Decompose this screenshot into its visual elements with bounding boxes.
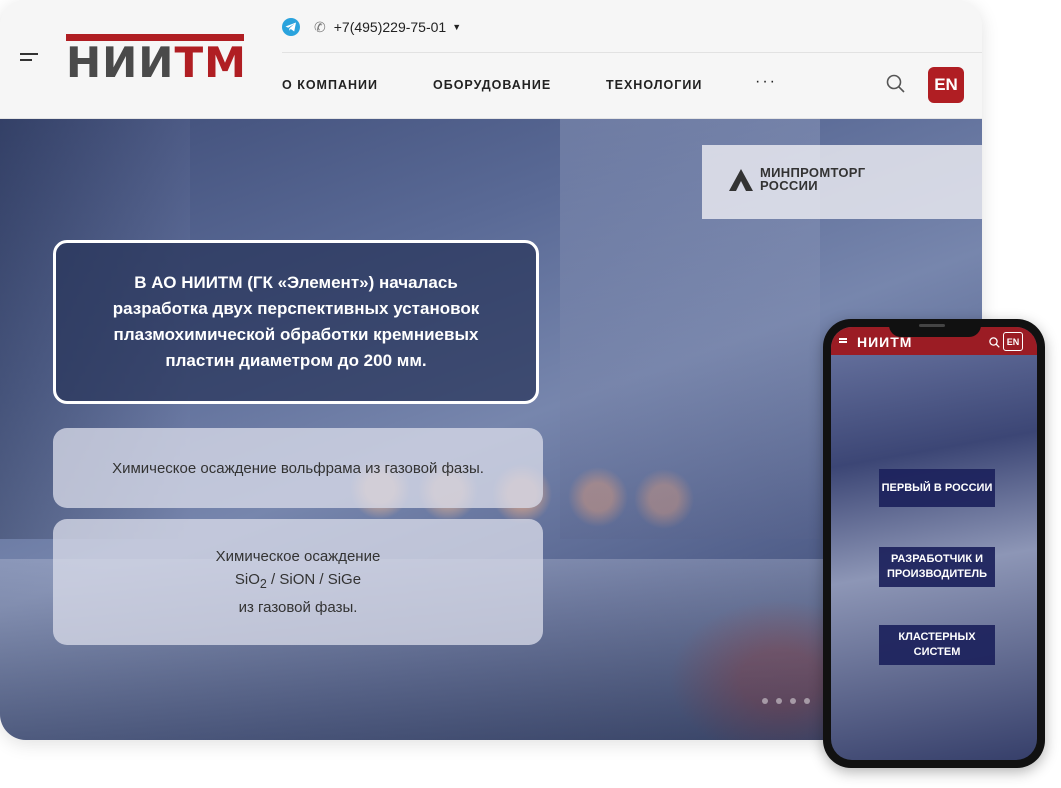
nav-item-equipment[interactable]: ОБОРУДОВАНИЕ [433,78,551,92]
slider-pagination [762,698,810,704]
slider-dot[interactable] [776,698,782,704]
language-button[interactable]: EN [928,67,964,103]
tech-card-line3: из газовой фазы. [238,599,358,616]
telegram-icon[interactable] [282,18,300,36]
menu-icon[interactable] [20,53,38,65]
slider-dot[interactable] [762,698,768,704]
mobile-search-icon[interactable] [989,335,1000,353]
phone-icon: ✆ [314,18,326,35]
niitm-logo[interactable]: НИИТМ [66,34,247,87]
tech-card-line1: Химическое осаждение [215,548,381,565]
contact-line: ✆ +7(495)229-75-01 ▼ [282,16,461,38]
mobile-menu-icon[interactable] [839,338,847,340]
tech-card-line2: SiO2 / SiON / SiGe [234,571,362,591]
news-card[interactable]: В АО НИИТМ (ГК «Элемент») началась разра… [53,240,539,404]
mobile-badge-cluster: КЛАСТЕРНЫХ СИСТЕМ [879,625,995,665]
minpromtorg-logo-icon [728,168,754,197]
mobile-badge-developer: РАЗРАБОТЧИК И ПРОИЗВОДИТЕЛЬ [879,547,995,587]
nav-item-company[interactable]: О КОМПАНИИ [282,78,378,92]
slider-dot[interactable] [804,698,810,704]
tech-card-sio2[interactable]: Химическое осаждение SiO2 / SiON / SiGe … [53,519,543,645]
site-header: НИИТМ ✆ +7(495)229-75-01 ▼ О КОМПАНИИ ОБ… [0,0,982,119]
tech-card-tungsten[interactable]: Химическое осаждение вольфрама из газово… [53,428,543,508]
nav-item-technologies[interactable]: ТЕХНОЛОГИИ [606,78,702,92]
search-icon[interactable] [886,74,906,94]
logo-text: НИИТМ [66,38,247,87]
phone-speaker [919,324,945,327]
mobile-screen: НИИТМ EN ПЕРВЫЙ В РОССИИ РАЗРАБОТЧИК И П… [831,327,1037,760]
phone-notch [889,319,981,337]
header-divider [282,52,982,53]
nav-more-button[interactable]: ··· [755,73,777,91]
mobile-language-button[interactable]: EN [1003,332,1023,351]
minpromtorg-text: МИНПРОМТОРГ РОССИИ [760,165,866,193]
slider-dot[interactable] [790,698,796,704]
chevron-down-icon[interactable]: ▼ [452,22,461,32]
mobile-mockup: НИИТМ EN ПЕРВЫЙ В РОССИИ РАЗРАБОТЧИК И П… [823,319,1045,768]
phone-number[interactable]: +7(495)229-75-01 [334,19,446,35]
mobile-badge-first: ПЕРВЫЙ В РОССИИ [879,469,995,507]
